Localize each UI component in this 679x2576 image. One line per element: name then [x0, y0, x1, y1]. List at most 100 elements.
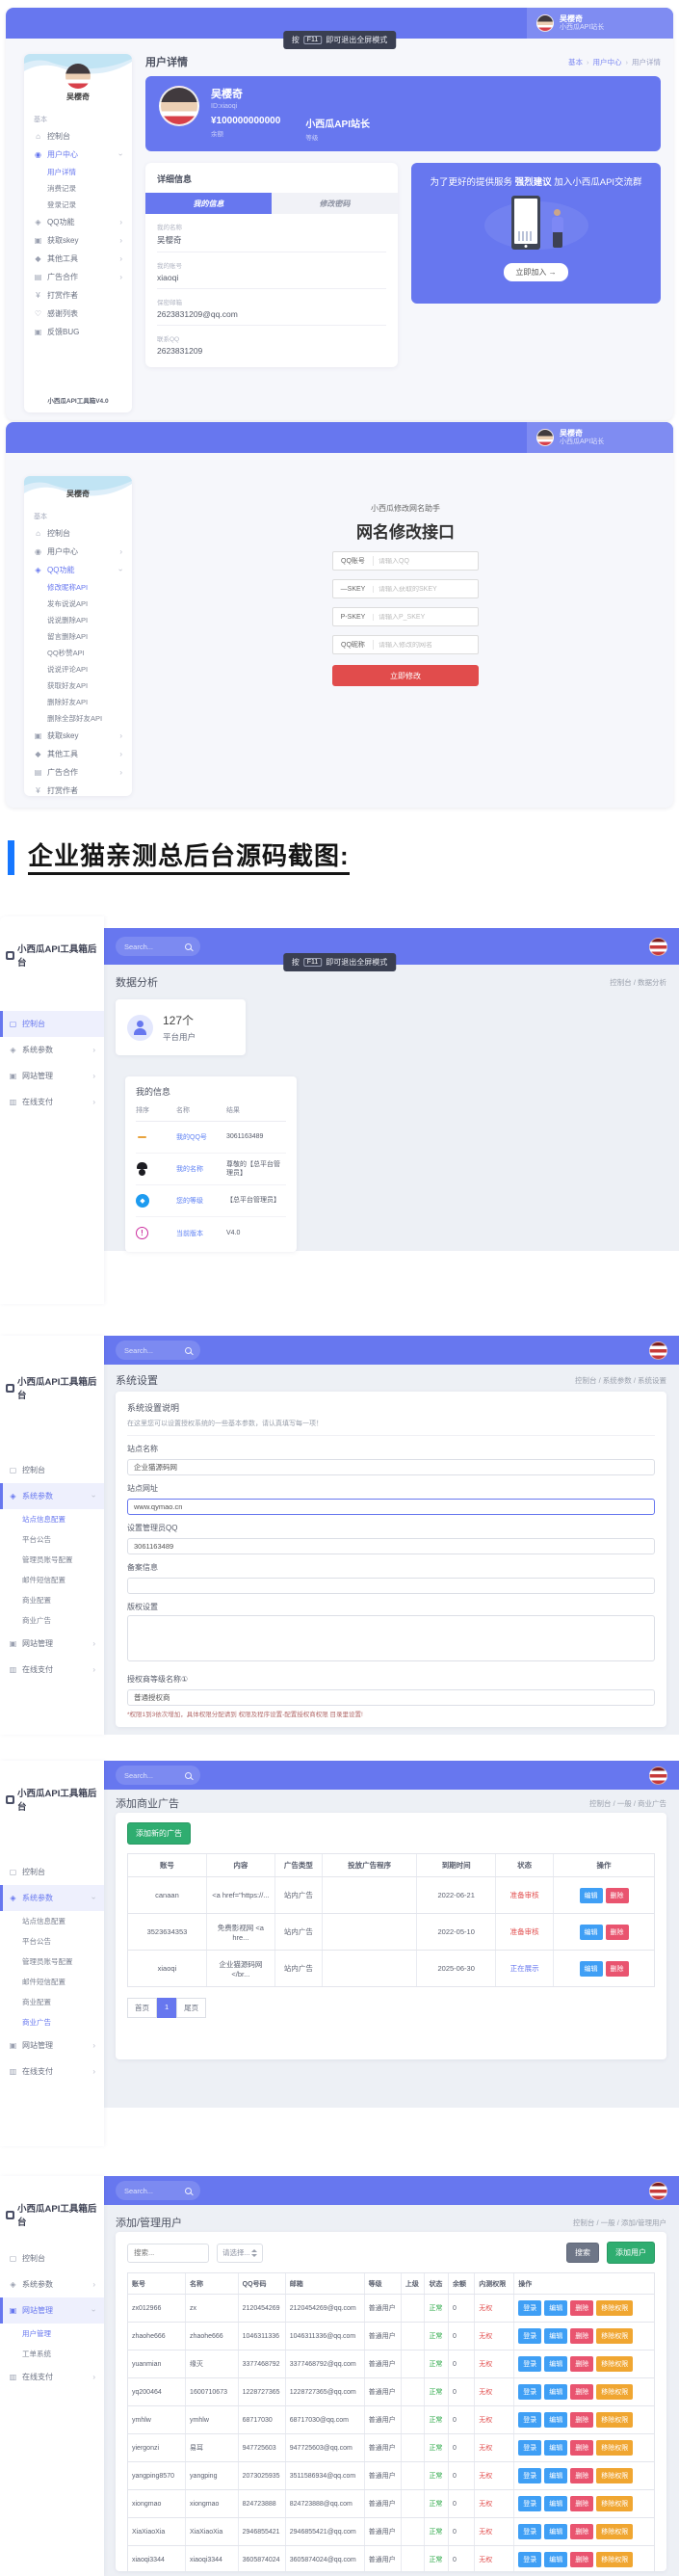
info-link[interactable]: 我的名称: [176, 1164, 226, 1174]
sidebar-subitem-api[interactable]: QQ秒赞API: [24, 645, 132, 661]
sidebar-item-online-pay[interactable]: ▥ 在线支付 ›: [0, 1657, 104, 1683]
edit-button[interactable]: 编辑: [544, 2440, 568, 2456]
brand[interactable]: 小西瓜API工具箱后台: [0, 2201, 104, 2228]
brand[interactable]: 小西瓜API工具箱后台: [0, 942, 104, 969]
pagination-first[interactable]: 首页: [127, 1998, 157, 2018]
login-button[interactable]: 登录: [518, 2356, 542, 2372]
sidebar-subitem-admin-account[interactable]: 管理员账号配置: [0, 1550, 104, 1570]
remove-perm-button[interactable]: 移除权限: [596, 2468, 634, 2483]
sidebar-item-site-manage[interactable]: ▣ 网站管理 ›: [0, 2032, 104, 2058]
login-button[interactable]: 登录: [518, 2524, 542, 2539]
edit-button[interactable]: 编辑: [544, 2524, 568, 2539]
search-input[interactable]: Search...: [116, 937, 200, 956]
sidebar-item-online-pay[interactable]: ▥ 在线支付 ›: [0, 2364, 104, 2390]
sidebar-subitem-api[interactable]: 说说评论API: [24, 661, 132, 677]
delete-button[interactable]: 删除: [605, 1887, 629, 1903]
tab-change-password[interactable]: 修改密码: [272, 193, 398, 214]
edit-button[interactable]: 编辑: [544, 2300, 568, 2316]
login-button[interactable]: 登录: [518, 2300, 542, 2316]
remove-perm-button[interactable]: 移除权限: [596, 2300, 634, 2316]
header-avatar[interactable]: [649, 937, 667, 956]
sidebar-item-qq-function[interactable]: ◈ QQ功能 ›: [24, 561, 132, 579]
filter-select[interactable]: 请选择...: [217, 2243, 263, 2263]
sidebar-item-console[interactable]: ▢ 控制台: [0, 1011, 104, 1037]
sidebar-subitem-user-manage[interactable]: 用户管理: [0, 2324, 104, 2344]
skey-input[interactable]: [374, 585, 478, 593]
search-input[interactable]: Search...: [116, 1341, 200, 1360]
sidebar-item-system-params[interactable]: ◈ 系统参数 ›: [0, 1483, 104, 1509]
delete-button[interactable]: 删除: [570, 2300, 594, 2316]
submit-modify-button[interactable]: 立即修改: [332, 665, 479, 686]
add-user-button[interactable]: 添加用户: [607, 2242, 655, 2264]
sidebar-item-online-pay[interactable]: ▥ 在线支付 ›: [0, 2058, 104, 2085]
sidebar-subitem-mail-sms[interactable]: 邮件短信配置: [0, 1570, 104, 1590]
delete-button[interactable]: 删除: [570, 2552, 594, 2567]
remove-perm-button[interactable]: 移除权限: [596, 2524, 634, 2539]
sidebar-subitem-announce[interactable]: 平台公告: [0, 1931, 104, 1952]
search-button[interactable]: 搜索: [566, 2243, 599, 2263]
sidebar-item-site-manage[interactable]: ▣ 网站管理 ›: [0, 1063, 104, 1089]
pagination-current[interactable]: 1: [157, 1998, 177, 2018]
sidebar-item-user-center[interactable]: ◉ 用户中心 ›: [24, 543, 132, 561]
sidebar-item-other-tools[interactable]: ◆ 其他工具 ›: [24, 745, 132, 763]
join-group-button[interactable]: 立即加入 →: [504, 263, 568, 281]
search-input[interactable]: Search...: [116, 1766, 200, 1785]
edit-button[interactable]: 编辑: [544, 2356, 568, 2372]
edit-button[interactable]: 编辑: [579, 1960, 603, 1977]
edit-button[interactable]: 编辑: [544, 2328, 568, 2344]
info-link[interactable]: 您的等级: [176, 1196, 226, 1206]
sidebar-item-qq-function[interactable]: ◈ QQ功能 ›: [24, 213, 132, 231]
sidebar-subitem-ticket-system[interactable]: 工单系统: [0, 2344, 104, 2364]
edit-button[interactable]: 编辑: [544, 2552, 568, 2567]
sidebar-item-system-params[interactable]: ◈ 系统参数 ›: [0, 1037, 104, 1063]
pskey-input[interactable]: [374, 613, 478, 621]
level1-input[interactable]: [127, 1689, 655, 1706]
sidebar-item-get-skey[interactable]: ▣ 获取skey ›: [24, 727, 132, 745]
header-avatar[interactable]: [649, 1341, 667, 1360]
header-avatar[interactable]: [649, 1766, 667, 1785]
sidebar-subitem-api[interactable]: 删除好友API: [24, 694, 132, 710]
sidebar-item-system-params[interactable]: ◈ 系统参数 ›: [0, 1885, 104, 1911]
sidebar-item-user-center[interactable]: ◉ 用户中心 ›: [24, 146, 132, 164]
delete-button[interactable]: 删除: [570, 2356, 594, 2372]
site-name-input[interactable]: [127, 1459, 655, 1475]
sidebar-item-ad-coop[interactable]: ▤ 广告合作 ›: [24, 763, 132, 782]
delete-button[interactable]: 删除: [570, 2412, 594, 2428]
edit-button[interactable]: 编辑: [579, 1924, 603, 1940]
sidebar-item-console[interactable]: ⌂ 控制台: [24, 524, 132, 543]
pagination-last[interactable]: 尾页: [176, 1998, 207, 2018]
login-button[interactable]: 登录: [518, 2412, 542, 2428]
delete-button[interactable]: 删除: [570, 2328, 594, 2344]
site-url-input[interactable]: [127, 1499, 655, 1515]
edit-button[interactable]: 编辑: [544, 2496, 568, 2511]
sidebar-item-feedback[interactable]: ▣ 反馈BUG: [24, 323, 132, 341]
sidebar-subitem-login-log[interactable]: 登录记录: [24, 197, 132, 213]
user-search-input[interactable]: [127, 2243, 209, 2263]
delete-button[interactable]: 删除: [570, 2524, 594, 2539]
sidebar-subitem-business-ads[interactable]: 商业广告: [0, 1610, 104, 1631]
remove-perm-button[interactable]: 移除权限: [596, 2412, 634, 2428]
qq-account-input[interactable]: [374, 557, 478, 565]
login-button[interactable]: 登录: [518, 2552, 542, 2567]
sidebar-subitem-consume-log[interactable]: 消费记录: [24, 180, 132, 197]
header-user-chip[interactable]: 吴樱奇 小西瓜API站长: [527, 422, 673, 453]
sidebar-item-donate[interactable]: ¥ 打赏作者: [24, 782, 132, 796]
edit-button[interactable]: 编辑: [544, 2384, 568, 2400]
sidebar-subitem-api[interactable]: 发布说说API: [24, 596, 132, 612]
header-avatar[interactable]: [649, 2181, 667, 2200]
sidebar-subitem-api[interactable]: 获取好友API: [24, 677, 132, 694]
sidebar-subitem-admin-account[interactable]: 管理员账号配置: [0, 1952, 104, 1972]
tab-my-info[interactable]: 我的信息: [145, 193, 272, 214]
sidebar-subitem-business-config[interactable]: 商业配置: [0, 1590, 104, 1610]
remove-perm-button[interactable]: 移除权限: [596, 2356, 634, 2372]
sidebar-item-get-skey[interactable]: ▣ 获取skey ›: [24, 231, 132, 250]
delete-button[interactable]: 删除: [570, 2440, 594, 2456]
sidebar-item-console[interactable]: ▢ 控制台: [0, 2245, 104, 2271]
sidebar-subitem-api[interactable]: 修改昵称API: [24, 579, 132, 596]
sidebar-subitem-api[interactable]: 说说删除API: [24, 612, 132, 628]
edit-button[interactable]: 编辑: [544, 2412, 568, 2428]
icp-input[interactable]: [127, 1578, 655, 1594]
search-input[interactable]: Search...: [116, 2181, 200, 2200]
login-button[interactable]: 登录: [518, 2496, 542, 2511]
copyright-textarea[interactable]: [127, 1615, 655, 1661]
